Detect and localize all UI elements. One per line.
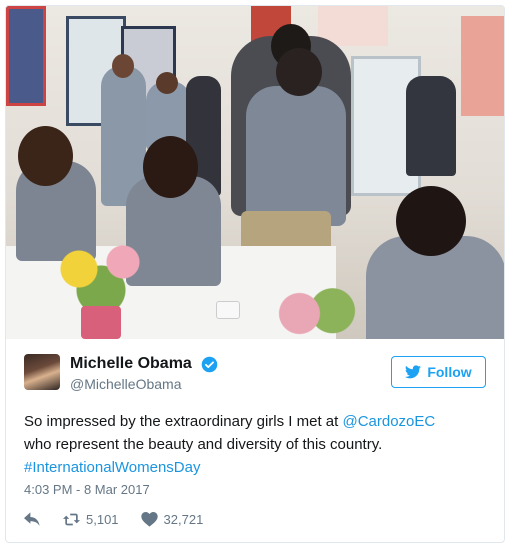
flower-vase: [81, 306, 121, 339]
tweet-card: Michelle Obama @MichelleObama Follow So …: [5, 5, 505, 543]
like-count: 32,721: [163, 511, 204, 527]
tweet-photo[interactable]: [6, 6, 504, 339]
author-name[interactable]: Michelle Obama: [70, 355, 192, 373]
cadet-head: [112, 54, 134, 78]
follow-button[interactable]: Follow: [391, 356, 486, 388]
tweet-timestamp[interactable]: 4:03 PM - 8 Mar 2017: [24, 482, 150, 497]
tweet-actions: 5,101 32,721: [24, 509, 225, 529]
reply-button[interactable]: [24, 511, 41, 527]
flower-bouquet: [261, 286, 371, 339]
avatar[interactable]: [24, 354, 60, 390]
bulletin-board: [6, 6, 46, 106]
reply-arrow-icon: [24, 511, 40, 526]
hashtag-link[interactable]: #InternationalWomensDay: [24, 456, 494, 479]
mention-link[interactable]: @CardozoEC: [342, 413, 435, 430]
seated-girl-head: [396, 186, 466, 256]
tweet-text-line: who represent the beauty and diversity o…: [24, 436, 383, 453]
tweet-text-line: So impressed by the extraordinary girls …: [24, 410, 494, 433]
author-handle[interactable]: @MichelleObama: [70, 376, 181, 392]
tweet-text-part: So impressed by the extraordinary girls …: [24, 413, 343, 430]
cadet-head: [156, 72, 178, 94]
tweet-text: So impressed by the extraordinary girls …: [24, 410, 494, 479]
retweet-icon: [63, 513, 80, 525]
flower-bouquet: [46, 241, 156, 311]
wall-board-right: [461, 16, 504, 116]
like-button[interactable]: 32,721: [140, 511, 204, 527]
coffee-cup: [216, 301, 240, 319]
background-person: [406, 76, 456, 176]
hugging-girl: [246, 86, 346, 226]
heart-icon: [140, 511, 158, 527]
twitter-bird-icon: [405, 365, 422, 379]
retweet-button[interactable]: 5,101: [63, 512, 119, 527]
verified-badge-icon: [201, 356, 218, 373]
seated-girl-head: [18, 126, 73, 186]
follow-label: Follow: [427, 364, 472, 380]
seated-girl-head: [143, 136, 198, 198]
retweet-count: 5,101: [86, 511, 119, 527]
hugging-girl-head: [276, 48, 322, 96]
